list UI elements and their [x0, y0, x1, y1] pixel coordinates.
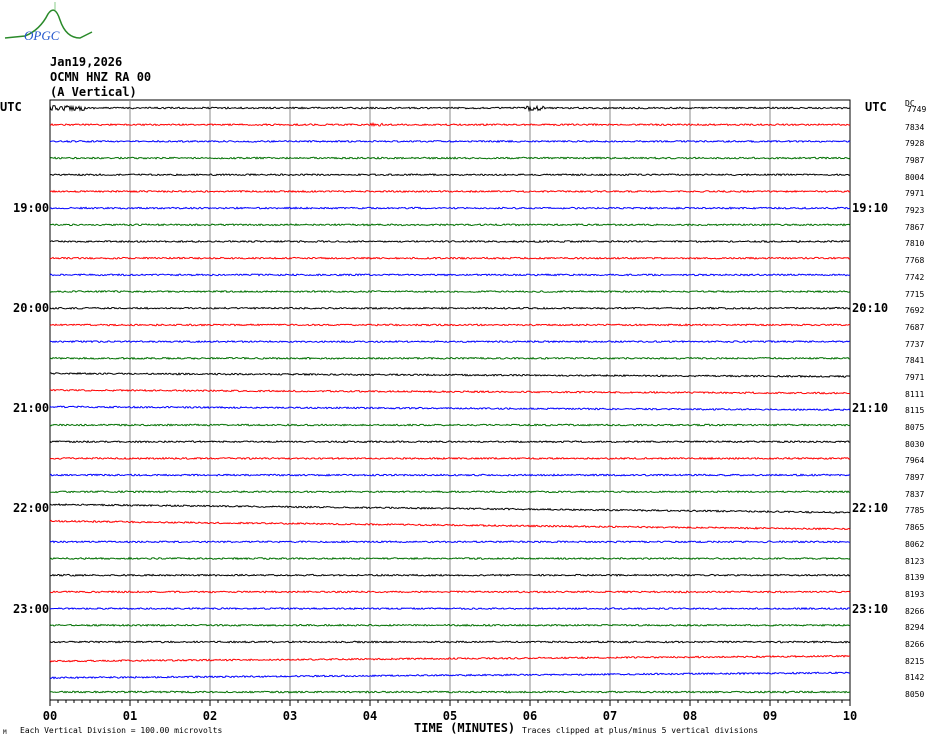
dc-offset-label: 7865	[905, 523, 925, 533]
dc-offset-label: 8075	[905, 423, 925, 433]
dc-offset-label: 8266	[905, 606, 925, 616]
right-time-label: 19:10	[852, 201, 889, 216]
dc-offset-label: 8004	[905, 172, 925, 182]
x-tick-label: 07	[602, 709, 618, 723]
dc-offset-label: 7964	[905, 456, 925, 466]
dc-offset-label: 7923	[905, 206, 925, 216]
x-tick-label: 00	[42, 709, 58, 723]
right-time-label: 23:10	[852, 601, 889, 616]
x-tick-label: 02	[202, 709, 218, 723]
dc-offset-label: 7928	[905, 139, 925, 149]
dc-offset-label: 8215	[905, 656, 925, 666]
dc-offset-label: 8142	[905, 673, 925, 683]
dc-offset-label: 8030	[905, 439, 925, 449]
dc-offset-label: 8266	[905, 639, 925, 649]
clip-note: Traces clipped at plus/minus 5 vertical …	[522, 726, 759, 735]
dc-offset-label: 7785	[905, 506, 925, 516]
x-axis-title: TIME (MINUTES)	[414, 721, 516, 735]
x-tick-label: 03	[282, 709, 298, 723]
left-time-label: 20:00	[13, 301, 50, 316]
dc-offset-label: 7715	[905, 289, 925, 299]
dc-offset-label: 7897	[905, 473, 925, 483]
dc-offset-label: 8115	[905, 406, 925, 416]
x-tick-label: 01	[122, 709, 138, 723]
trace-line	[50, 590, 851, 594]
dc-offset-label: 7987	[905, 156, 925, 166]
x-tick-label: 06	[522, 709, 538, 723]
dc-offset-label: 7971	[905, 189, 925, 199]
dc-offset-label: 7810	[905, 239, 925, 249]
dc-offset-label: 7867	[905, 222, 925, 232]
x-tick-label: 04	[362, 709, 378, 723]
dc-offset-label: 7834	[905, 122, 925, 132]
dc-offset-label: 7737	[905, 339, 925, 349]
x-tick-label: 10	[842, 709, 858, 723]
left-time-label: 23:00	[13, 601, 50, 616]
dc-offset-label: 8139	[905, 573, 925, 583]
right-time-label: 20:10	[852, 301, 889, 316]
helicorder-plot	[49, 99, 851, 706]
x-tick-label: 08	[682, 709, 698, 723]
right-time-label: 21:10	[852, 401, 889, 416]
right-time-label: 22:10	[852, 501, 889, 516]
dc-offset-label: 7837	[905, 489, 925, 499]
dc-offset-label: 8111	[905, 389, 925, 399]
dc-offset-label: 8062	[905, 539, 925, 549]
dc-offset-label: 8193	[905, 589, 925, 599]
dc-offset-label: 8123	[905, 556, 925, 566]
dc-offset-label: 7749	[907, 105, 927, 114]
dc-offset-label: 8050	[905, 690, 925, 699]
dc-offset-label: 7687	[905, 322, 925, 332]
dc-offset-label: 7971	[905, 372, 925, 382]
division-note: Each Vertical Division = 100.00 microvol…	[20, 726, 223, 735]
left-time-label: 21:00	[13, 401, 50, 416]
dc-offset-label: 7692	[905, 306, 925, 316]
dc-offset-label: 7768	[905, 256, 925, 266]
dc-offset-label: 7841	[905, 356, 925, 366]
x-tick-label: 09	[762, 709, 778, 723]
dc-offset-label: 8294	[905, 623, 925, 633]
corner-mark: M	[3, 729, 7, 736]
left-time-label: 19:00	[13, 201, 50, 216]
dc-offset-label: 7742	[905, 272, 925, 282]
left-time-label: 22:00	[13, 501, 50, 516]
